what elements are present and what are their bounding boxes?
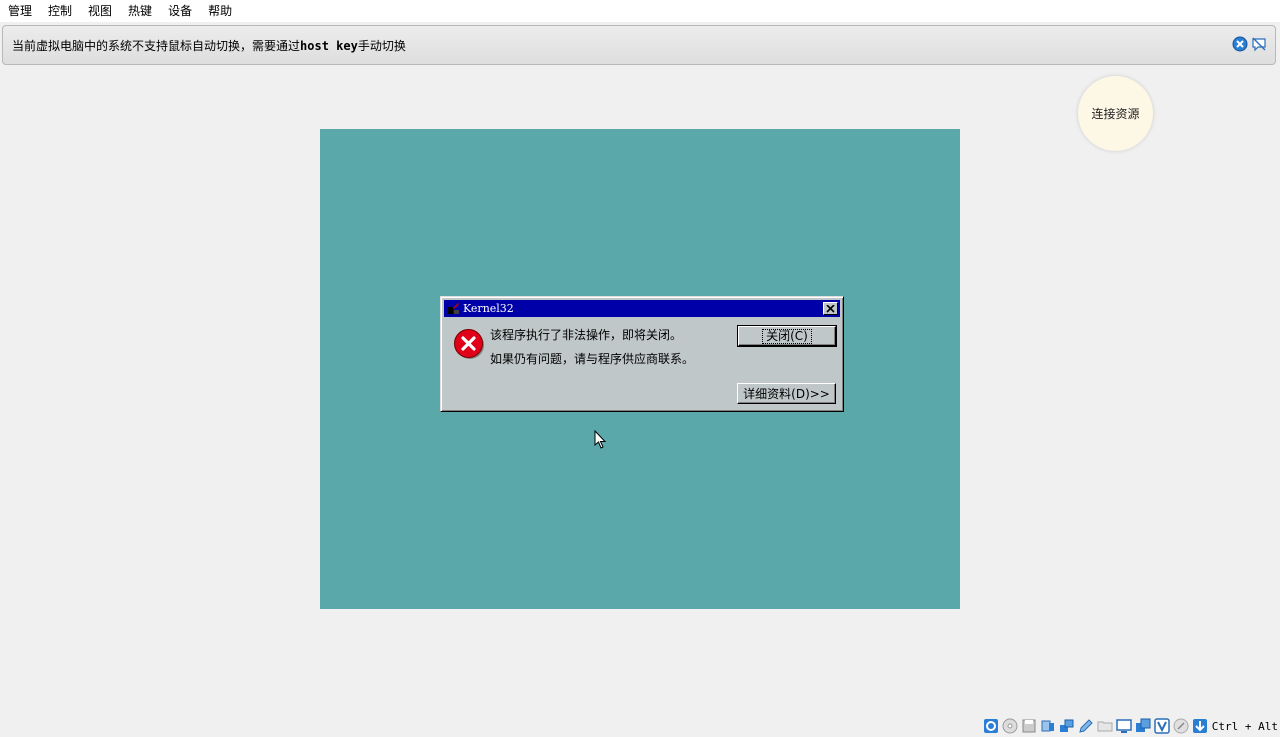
notice-text-after: 手动切换 xyxy=(357,39,406,53)
notice-host-key: host key xyxy=(300,39,358,53)
download-icon[interactable] xyxy=(1192,718,1208,734)
mouse-capture-notice: 当前虚拟电脑中的系统不支持鼠标自动切换，需要通过host key手动切换 xyxy=(2,25,1276,65)
dialog-title: Kernel32 xyxy=(463,302,514,315)
connect-resource-button[interactable]: 连接资源 xyxy=(1078,76,1153,151)
display-icon[interactable] xyxy=(1116,718,1132,734)
connect-resource-label: 连接资源 xyxy=(1091,107,1140,121)
host-key-indicator: Ctrl + Alt xyxy=(1211,719,1278,733)
dialog-message-line1: 该程序执行了非法操作，即将关闭。 xyxy=(490,328,683,342)
menu-view[interactable]: 视图 xyxy=(80,0,120,22)
mute-notice-icon[interactable] xyxy=(1251,36,1267,52)
shared-folder-icon[interactable] xyxy=(1097,718,1113,734)
menu-hotkey[interactable]: 热键 xyxy=(120,0,160,22)
vm-screen[interactable]: Kernel32 该程序执行了非法操作，即将关闭。 如果仍有问题，请与程序供应商… xyxy=(320,129,960,609)
menu-control[interactable]: 控制 xyxy=(40,0,80,22)
details-label: 详细资料(D)>> xyxy=(743,387,830,401)
menu-help[interactable]: 帮助 xyxy=(200,0,240,22)
error-icon xyxy=(454,329,484,359)
v-icon[interactable] xyxy=(1154,718,1170,734)
mouse-cursor-icon xyxy=(594,430,607,449)
close-program-label: 关闭(C) xyxy=(762,328,812,344)
close-notice-icon[interactable] xyxy=(1232,36,1248,52)
audio-icon[interactable] xyxy=(1040,718,1056,734)
network-icon[interactable] xyxy=(1059,718,1075,734)
dialog-message-line2: 如果仍有问题，请与程序供应商联系。 xyxy=(490,352,695,366)
close-program-button[interactable]: 关闭(C) xyxy=(737,325,837,347)
optical-icon[interactable] xyxy=(1002,718,1018,734)
menubar: 管理 控制 视图 热键 设备 帮助 xyxy=(0,0,1280,22)
recording-icon[interactable] xyxy=(1135,718,1151,734)
menu-devices[interactable]: 设备 xyxy=(160,0,200,22)
dialog-close-button[interactable] xyxy=(823,302,838,315)
notice-text-before: 当前虚拟电脑中的系统不支持鼠标自动切换，需要通过 xyxy=(12,39,301,53)
mouse-icon[interactable] xyxy=(1173,718,1189,734)
usb-icon[interactable] xyxy=(983,718,999,734)
notice-text: 当前虚拟电脑中的系统不支持鼠标自动切换，需要通过host key手动切换 xyxy=(12,37,406,54)
close-icon xyxy=(826,304,835,313)
app-icon xyxy=(448,303,459,314)
pencil-icon[interactable] xyxy=(1078,718,1094,734)
error-dialog: Kernel32 该程序执行了非法操作，即将关闭。 如果仍有问题，请与程序供应商… xyxy=(440,296,844,412)
dialog-titlebar[interactable]: Kernel32 xyxy=(444,300,840,317)
menu-manage[interactable]: 管理 xyxy=(0,0,40,22)
details-button[interactable]: 详细资料(D)>> xyxy=(737,383,836,404)
floppy-icon[interactable] xyxy=(1021,718,1037,734)
statusbar: Ctrl + Alt xyxy=(980,715,1280,737)
